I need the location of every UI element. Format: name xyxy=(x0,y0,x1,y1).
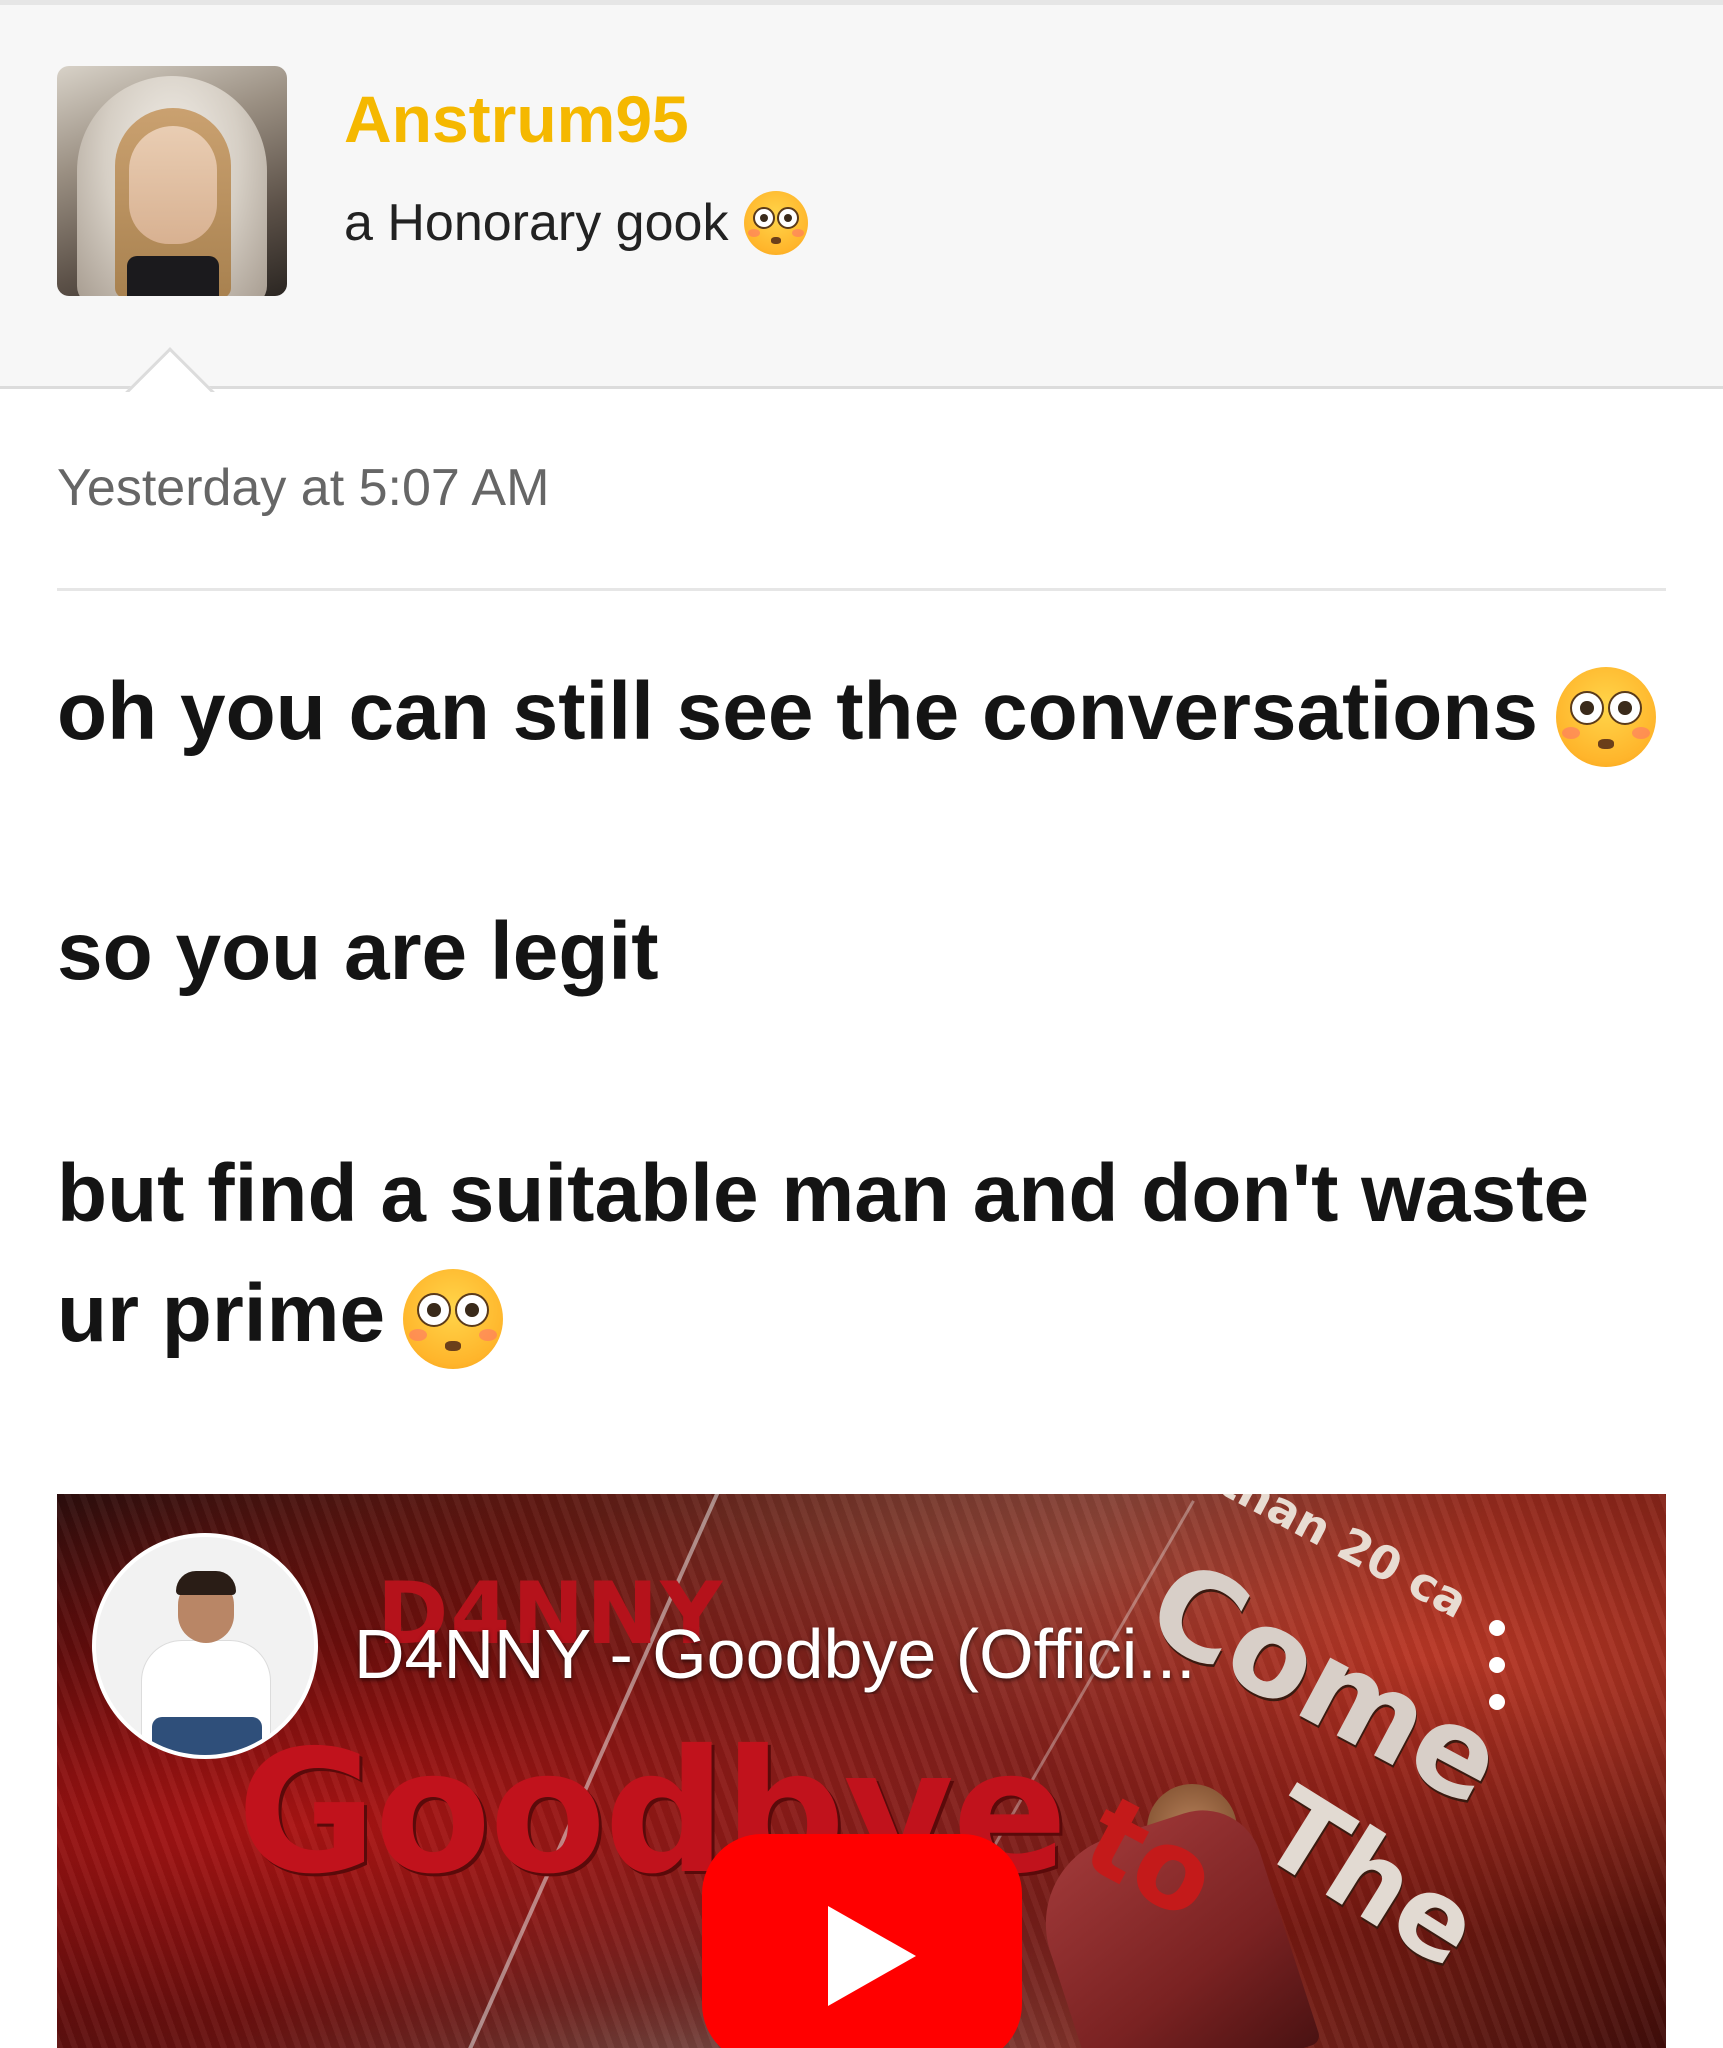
more-vert-icon[interactable] xyxy=(1467,1620,1527,1710)
username-link[interactable]: Anstrum95 xyxy=(344,81,689,157)
message-text: so you are legit xyxy=(57,906,659,997)
youtube-embed[interactable]: than 20 ca D4NNY Goodbye Come to The D4N… xyxy=(57,1494,1666,2048)
message-paragraph: oh you can still see the conversations xyxy=(57,652,1677,772)
user-title-text: a Honorary gook xyxy=(344,194,729,252)
divider xyxy=(57,588,1666,591)
header-pointer-arrow xyxy=(118,340,222,392)
video-title-link[interactable]: D4NNY - Goodbye (Offici... xyxy=(354,1614,1464,1694)
post-author-header: Anstrum95 a Honorary gook xyxy=(0,5,1723,389)
post-timestamp[interactable]: Yesterday at 5:07 AM xyxy=(57,458,549,518)
flushed-face-icon xyxy=(403,1269,504,1370)
user-avatar[interactable] xyxy=(57,66,287,296)
message-paragraph: but find a suitable man and don't waste … xyxy=(57,1134,1677,1374)
user-title: a Honorary gook xyxy=(344,191,809,255)
channel-avatar[interactable] xyxy=(92,1533,318,1759)
avatar-face xyxy=(129,126,217,244)
message-text: oh you can still see the conversations xyxy=(57,666,1539,757)
channel-avatar-legs xyxy=(152,1717,262,1755)
flushed-face-icon xyxy=(1556,667,1657,768)
flushed-face-icon xyxy=(744,191,809,255)
avatar-collar xyxy=(127,256,219,296)
message-paragraph: so you are legit xyxy=(57,892,1677,1012)
message-text: but find a suitable man and don't waste … xyxy=(57,1148,1590,1359)
channel-avatar-hair xyxy=(176,1571,236,1595)
youtube-play-icon[interactable] xyxy=(702,1834,1022,2048)
